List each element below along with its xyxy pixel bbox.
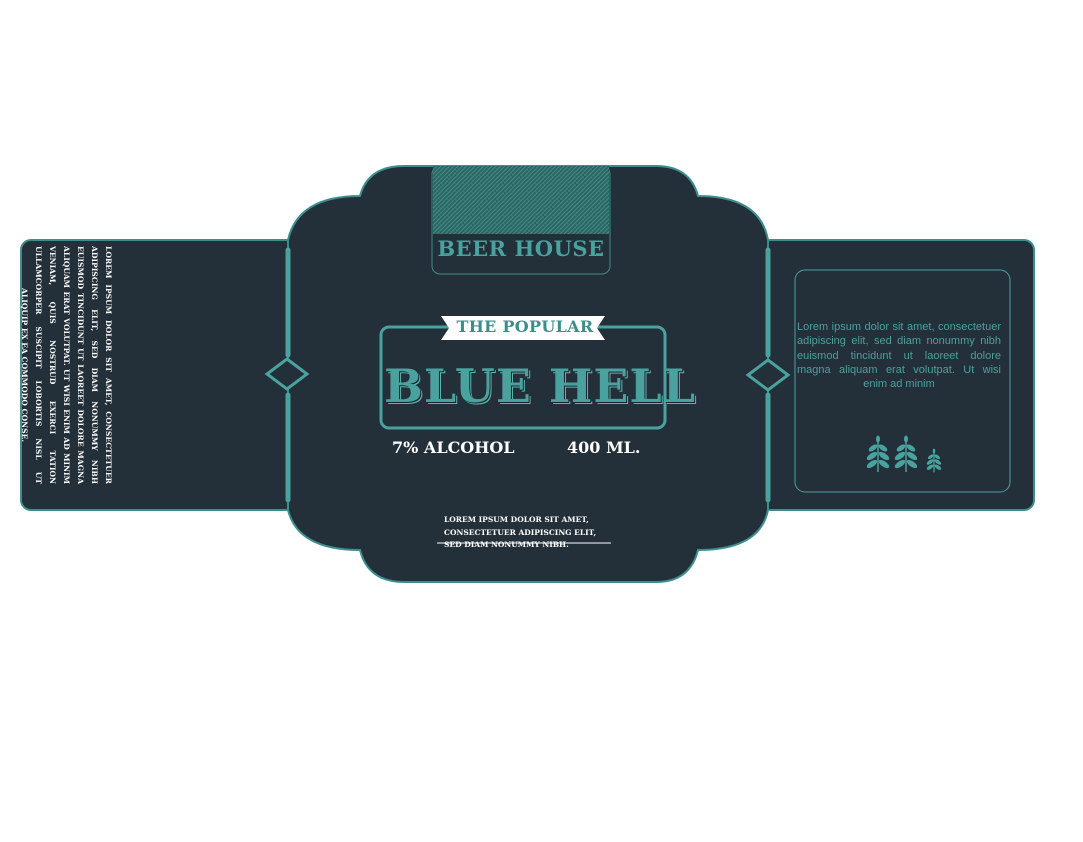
center-footer-text: LOREM IPSUM DOLOR SIT AMET, CONSECTETUER… xyxy=(444,515,597,549)
tagline: THE POPULAR xyxy=(456,317,594,336)
product-name: BLUE HELL xyxy=(384,359,697,413)
right-panel-text: Lorem ipsum dolor sit amet, consectetuer… xyxy=(797,321,1001,391)
volume: 400 ML. xyxy=(567,438,641,457)
alcohol-content: 7% ALCOHOL xyxy=(392,438,515,457)
brand-name: BEER HOUSE xyxy=(437,236,605,261)
left-panel-text: LOREM IPSUM DOLOR SIT AMET, CONSECTETUER… xyxy=(20,246,113,484)
